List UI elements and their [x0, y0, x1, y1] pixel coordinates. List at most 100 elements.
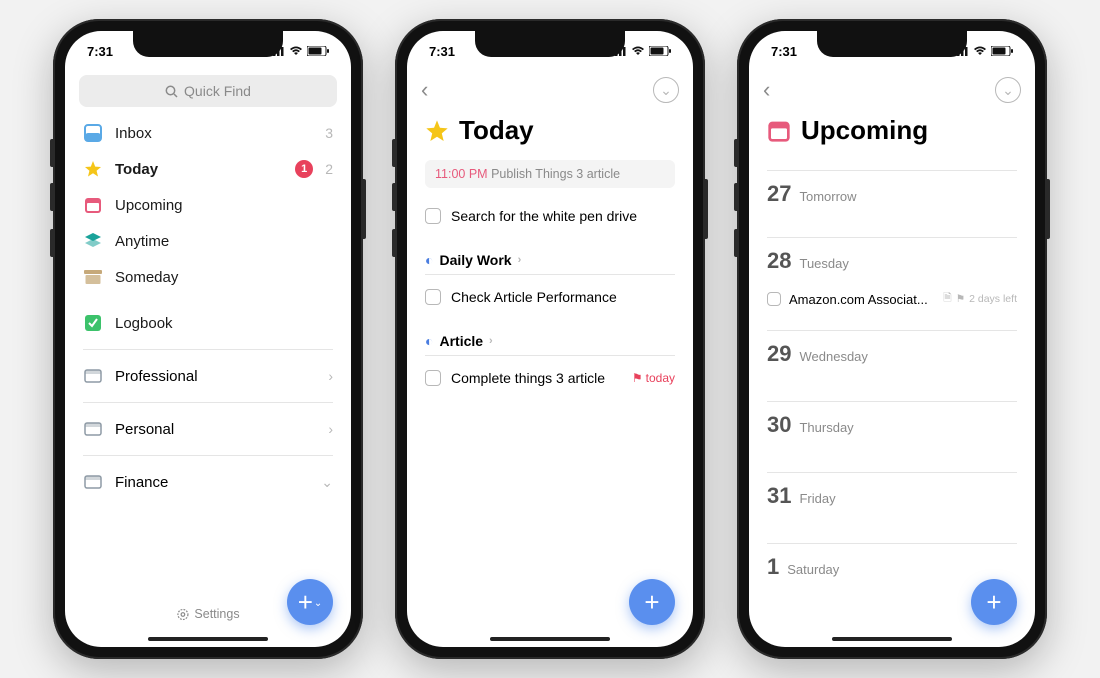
- day-number: 30: [767, 412, 791, 438]
- chevron-right-icon: ›: [518, 254, 522, 266]
- divider: [425, 355, 675, 356]
- task-label: Amazon.com Associat...: [789, 292, 935, 307]
- task-row[interactable]: Complete things 3 article ⚑ today: [407, 360, 693, 396]
- add-button[interactable]: + ⌄: [287, 579, 333, 625]
- status-time: 7:31: [429, 44, 455, 59]
- add-button[interactable]: +: [971, 579, 1017, 625]
- divider: [83, 455, 333, 456]
- phone-upcoming: 7:31 ‹ ⌄ Upcoming 27 Tomorrow: [737, 19, 1047, 659]
- status-time: 7:31: [771, 44, 797, 59]
- settings-button[interactable]: Settings: [176, 607, 239, 621]
- archive-icon: [83, 267, 103, 287]
- nav-inbox[interactable]: Inbox 3: [65, 115, 351, 151]
- plus-icon: +: [298, 587, 313, 618]
- day-row[interactable]: 29 Wednesday: [749, 331, 1035, 375]
- nav-someday[interactable]: Someday: [65, 259, 351, 295]
- add-button[interactable]: +: [629, 579, 675, 625]
- wifi-icon: [631, 46, 645, 56]
- deadline-flag: ⚑ today: [632, 371, 675, 385]
- nav-inbox-count: 3: [325, 125, 333, 141]
- checkbox[interactable]: [425, 208, 441, 224]
- day-row[interactable]: 27 Tomorrow: [749, 171, 1035, 215]
- page-title: Upcoming: [801, 115, 928, 146]
- area-finance[interactable]: Finance ⌄: [65, 464, 351, 500]
- calendar-icon: [83, 195, 103, 215]
- project-icon: ◐: [425, 333, 433, 349]
- nav-logbook[interactable]: Logbook: [65, 305, 351, 341]
- nav-upcoming[interactable]: Upcoming: [65, 187, 351, 223]
- divider: [83, 402, 333, 403]
- project-icon: ◐: [425, 252, 433, 268]
- area-icon: [83, 419, 103, 439]
- chevron-right-icon: ›: [328, 368, 333, 384]
- home-indicator[interactable]: [148, 637, 268, 641]
- day-row[interactable]: 31 Friday: [749, 473, 1035, 517]
- section-article[interactable]: ◐ Article ›: [407, 315, 693, 353]
- battery-icon: [307, 46, 329, 56]
- day-name: Tomorrow: [799, 189, 856, 204]
- search-input[interactable]: Quick Find: [79, 75, 337, 107]
- section-title: Article: [439, 333, 483, 349]
- nav-logbook-label: Logbook: [115, 315, 333, 332]
- phone-sidebar: 7:31 Quick Find Inbox 3: [53, 19, 363, 659]
- nav-anytime-label: Anytime: [115, 233, 333, 250]
- flag-icon: ⚑: [956, 293, 965, 305]
- more-button[interactable]: ⌄: [653, 77, 679, 103]
- nav-today[interactable]: Today 1 2: [65, 151, 351, 187]
- notch: [817, 31, 967, 57]
- back-button[interactable]: ‹: [763, 77, 770, 103]
- chevron-right-icon: ›: [489, 335, 493, 347]
- day-number: 28: [767, 248, 791, 274]
- nav-anytime[interactable]: Anytime: [65, 223, 351, 259]
- event-title: Publish Things 3 article: [491, 167, 620, 181]
- checkbox[interactable]: [767, 292, 781, 306]
- back-button[interactable]: ‹: [421, 77, 428, 103]
- nav-upcoming-label: Upcoming: [115, 197, 333, 214]
- search-icon: [165, 85, 178, 98]
- chevron-right-icon: ›: [328, 421, 333, 437]
- task-label: Check Article Performance: [451, 289, 675, 305]
- area-personal[interactable]: Personal ›: [65, 411, 351, 447]
- area-icon: [83, 472, 103, 492]
- day-name: Saturday: [787, 562, 839, 577]
- more-button[interactable]: ⌄: [995, 77, 1021, 103]
- home-indicator[interactable]: [490, 637, 610, 641]
- task-row[interactable]: Search for the white pen drive: [407, 198, 693, 234]
- task-row[interactable]: Amazon.com Associat... 🗎 ⚑ 2 days left: [749, 282, 1035, 316]
- logbook-icon: [83, 313, 103, 333]
- calendar-event[interactable]: 11:00 PM Publish Things 3 article: [425, 160, 675, 188]
- area-professional[interactable]: Professional ›: [65, 358, 351, 394]
- search-placeholder: Quick Find: [184, 83, 251, 99]
- task-label: Search for the white pen drive: [451, 208, 675, 224]
- nav-inbox-label: Inbox: [115, 125, 313, 142]
- day-row[interactable]: 28 Tuesday: [749, 238, 1035, 282]
- chevron-down-icon: ⌄: [1002, 82, 1014, 99]
- day-name: Friday: [799, 491, 835, 506]
- plus-icon: +: [986, 587, 1001, 618]
- day-row[interactable]: 30 Thursday: [749, 402, 1035, 446]
- inbox-icon: [83, 123, 103, 143]
- day-number: 29: [767, 341, 791, 367]
- section-daily-work[interactable]: ◐ Daily Work ›: [407, 234, 693, 272]
- battery-icon: [991, 46, 1013, 56]
- nav-today-badge: 1: [295, 160, 313, 178]
- task-row[interactable]: Check Article Performance: [407, 279, 693, 315]
- chevron-down-icon: ⌄: [660, 82, 672, 99]
- wifi-icon: [289, 46, 303, 56]
- day-number: 1: [767, 554, 779, 580]
- area-label: Finance: [115, 474, 309, 491]
- stack-icon: [83, 231, 103, 251]
- area-label: Personal: [115, 421, 316, 438]
- day-name: Wednesday: [799, 349, 867, 364]
- checkbox[interactable]: [425, 370, 441, 386]
- home-indicator[interactable]: [832, 637, 952, 641]
- section-title: Daily Work: [439, 252, 511, 268]
- checkbox[interactable]: [425, 289, 441, 305]
- flag-label: today: [646, 371, 675, 385]
- task-meta: 2 days left: [969, 293, 1017, 305]
- chevron-down-icon: ⌄: [314, 598, 322, 609]
- page-title: Today: [459, 115, 534, 146]
- day-name: Thursday: [799, 420, 853, 435]
- gear-icon: [176, 608, 189, 621]
- area-label: Professional: [115, 368, 316, 385]
